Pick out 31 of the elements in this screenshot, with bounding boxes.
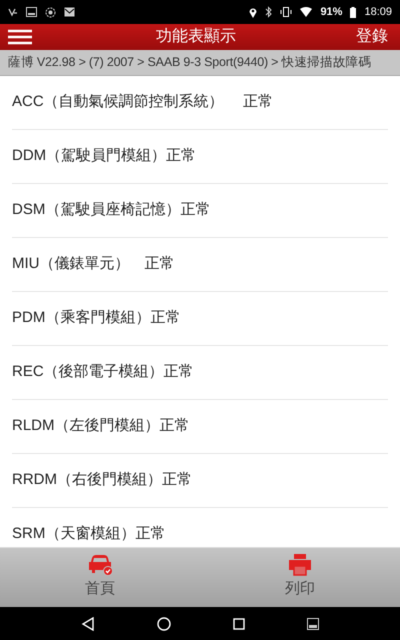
print-button[interactable]: 列印	[200, 548, 400, 607]
recents-icon[interactable]	[233, 618, 245, 630]
module-status[interactable]: DSM（駕駛員座椅記憶）正常	[12, 199, 210, 222]
bluetooth-icon	[265, 6, 272, 18]
home-circle-icon[interactable]	[157, 616, 171, 630]
module-status[interactable]: SRM（天窗模組）正常	[12, 523, 166, 546]
printer-icon	[289, 554, 311, 576]
screen-title: 功能表顯示	[156, 26, 236, 47]
gear-icon	[45, 6, 56, 18]
back-icon[interactable]	[81, 616, 95, 630]
vibrate-icon	[280, 7, 292, 17]
breadcrumb: 薩博 V22.98 > (7) 2007 > SAAB 9-3 Sport(9440) > 快速掃描故障碼	[8, 54, 372, 72]
module-status[interactable]: DDM（駕駛員門模組）正常	[12, 145, 196, 168]
menu-icon	[8, 29, 32, 45]
battery-percentage: 91%	[320, 4, 342, 20]
module-status[interactable]: REC（後部電子模組）正常	[12, 361, 194, 384]
login-button[interactable]: 登錄	[356, 25, 392, 49]
battery-icon	[350, 6, 356, 18]
module-status[interactable]: MIU（儀錶單元） 正常	[12, 253, 174, 276]
module-status[interactable]: ACC（自動氣候調節控制系統） 正常	[12, 91, 273, 114]
wifi-icon	[300, 7, 312, 17]
car-check-icon	[87, 554, 113, 576]
image-icon	[26, 7, 37, 17]
location-icon	[249, 6, 258, 18]
clock: 18:09	[364, 4, 392, 20]
home-button[interactable]: 首頁	[0, 548, 200, 607]
module-status[interactable]: PDM（乘客門模組）正常	[12, 307, 180, 330]
mail-icon	[64, 7, 75, 17]
module-status[interactable]: RRDM（右後門模組）正常	[12, 469, 192, 492]
screenshot-icon[interactable]	[307, 618, 319, 630]
module-status[interactable]: RLDM（左後門模組）正常	[12, 415, 190, 438]
